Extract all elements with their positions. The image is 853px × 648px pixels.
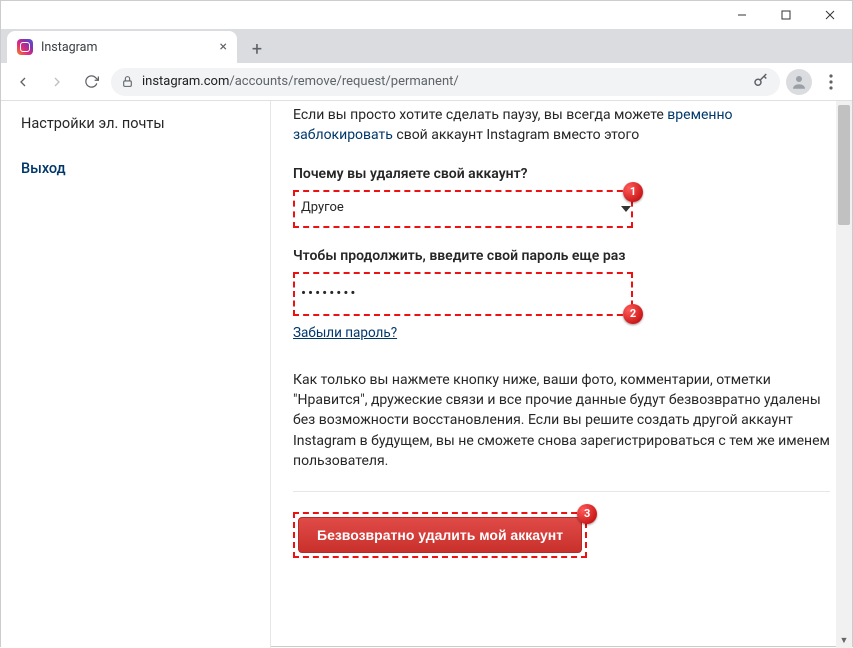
- new-tab-button[interactable]: +: [243, 35, 271, 63]
- reason-label: Почему вы удаляете свой аккаунт?: [293, 164, 830, 184]
- url-host: instagram.com/accounts/remove/request/pe…: [142, 74, 459, 89]
- chevron-down-icon: [621, 206, 631, 212]
- nav-forward-button[interactable]: [43, 68, 71, 96]
- annotation-badge-2: 2: [623, 304, 643, 324]
- warning-paragraph: Как только вы нажмете кнопку ниже, ваши …: [293, 370, 830, 471]
- password-label: Чтобы продолжить, введите свой пароль ещ…: [293, 246, 830, 266]
- sidebar-item-email-settings[interactable]: Настройки эл. почты: [1, 101, 270, 146]
- sidebar-item-logout[interactable]: Выход: [1, 146, 270, 191]
- browser-tab[interactable]: Instagram ×: [7, 31, 237, 63]
- lock-icon: [121, 75, 134, 88]
- page-body: Настройки эл. почты Выход Если вы просто…: [1, 101, 852, 648]
- reason-selected-value: Другое: [301, 199, 344, 218]
- profile-avatar-button[interactable]: [786, 69, 812, 95]
- reason-select-highlight: Другое 1: [293, 190, 633, 228]
- password-input-highlight: •••••••• 2: [293, 272, 633, 316]
- settings-sidebar: Настройки эл. почты Выход: [1, 101, 271, 648]
- nav-reload-button[interactable]: [77, 68, 105, 96]
- window-titlebar: [1, 1, 852, 29]
- tab-close-icon[interactable]: ×: [220, 39, 227, 55]
- password-value: ••••••••: [301, 283, 358, 305]
- window-maximize-button[interactable]: [764, 1, 808, 29]
- divider: [293, 491, 830, 492]
- forgot-password-link[interactable]: Забыли пароль?: [293, 324, 397, 344]
- browser-toolbar: instagram.com/accounts/remove/request/pe…: [1, 63, 852, 101]
- intro-paragraph: Если вы просто хотите сделать паузу, вы …: [293, 105, 830, 146]
- permanently-delete-button[interactable]: Безвозвратно удалить мой аккаунт: [298, 517, 582, 553]
- tab-title: Instagram: [41, 40, 97, 55]
- vertical-scrollbar[interactable]: ▲ ▼: [836, 101, 852, 648]
- scroll-thumb[interactable]: [838, 105, 850, 225]
- annotation-badge-3: 3: [577, 504, 597, 524]
- main-content: Если вы просто хотите сделать паузу, вы …: [271, 101, 852, 648]
- url-bar[interactable]: instagram.com/accounts/remove/request/pe…: [111, 68, 780, 96]
- nav-back-button[interactable]: [9, 68, 37, 96]
- annotation-badge-1: 1: [623, 182, 643, 202]
- password-input[interactable]: ••••••••: [301, 278, 631, 310]
- password-key-icon[interactable]: [752, 71, 770, 93]
- window-minimize-button[interactable]: [720, 1, 764, 29]
- reason-select[interactable]: Другое: [301, 196, 631, 222]
- window-close-button[interactable]: [808, 1, 852, 29]
- delete-button-highlight: Безвозвратно удалить мой аккаунт 3: [293, 512, 587, 558]
- instagram-favicon-icon: [17, 39, 33, 55]
- browser-menu-button[interactable]: [818, 74, 844, 90]
- scroll-down-arrow-icon[interactable]: ▼: [836, 632, 852, 648]
- browser-tabstrip: Instagram × +: [1, 29, 852, 63]
